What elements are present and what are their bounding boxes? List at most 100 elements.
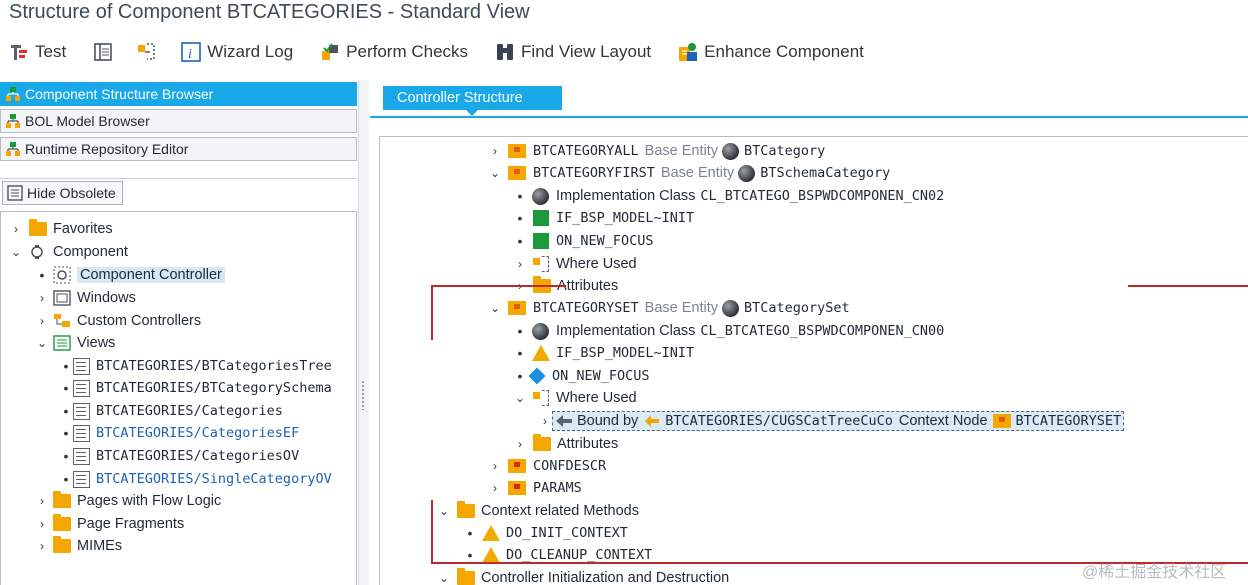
chevron-down-icon[interactable]: ⌄ [488,301,502,315]
impl-class-row[interactable]: • Implementation Class CL_BTCATEGO_BSPWD… [513,185,944,207]
context-node-confdescr[interactable]: › CONFDESCR [488,455,606,477]
binoculars-icon [495,42,515,62]
bol-model-browser-button[interactable]: BOL Model Browser [0,109,357,133]
where-used-icon [533,255,550,273]
chevron-right-icon[interactable]: › [9,222,23,236]
tree-node-component-controller[interactable]: • Component Controller [35,264,225,286]
chevron-right-icon[interactable]: › [35,539,49,553]
context-node-btcategoryfirst[interactable]: ⌄ BTCATEGORYFIRST Base Entity BTSchemaCa… [488,162,890,184]
chevron-right-icon[interactable]: › [35,314,49,328]
method-row[interactable]: • ON_NEW_FOCUS [513,230,654,252]
bound-by-selection[interactable]: Bound by BTCATEGORIES/CUGSCatTreeCuCo Co… [552,411,1125,431]
bound-by-row[interactable]: › Bound by BTCATEGORIES/CUGSCatTreeCuCo … [538,410,1125,432]
splitter-grip[interactable] [361,380,365,410]
chevron-right-icon[interactable]: › [513,437,527,451]
tree-node-custom-controllers[interactable]: › Custom Controllers [35,310,201,332]
tree-node-label: Views [77,335,116,351]
view-item[interactable]: • BTCATEGORIES/BTCategorySchema [59,377,332,399]
watermark: @稀土掘金技术社区 [1082,564,1227,581]
tree-node-pages-with-flow-logic[interactable]: › Pages with Flow Logic [35,490,221,512]
impl-class-row[interactable]: • Implementation Class CL_BTCATEGO_BSPWD… [513,320,944,342]
where-used-row[interactable]: ⌄ Where Used [513,387,637,409]
tree-node-favorites[interactable]: › Favorites [9,218,113,240]
svg-text:i: i [188,47,192,62]
controller-structure-tree: › BTCATEGORYALL Base Entity BTCategory ⌄… [379,136,1248,585]
impl-class-name: CL_BTCATEGO_BSPWDCOMPONEN_CN02 [700,188,945,204]
chevron-right-icon[interactable]: › [513,257,527,271]
diamond-icon [528,367,546,385]
view-item-label: BTCATEGORIES/CategoriesEF [96,425,300,441]
where-used-label: Where Used [556,256,637,272]
view-item-label: BTCATEGORIES/Categories [96,403,283,419]
context-node-params[interactable]: › PARAMS [488,477,582,499]
base-entity-label: Base Entity [644,300,719,316]
check-icon [320,42,340,62]
left-panel: Component Structure Browser BOL Model Br… [0,80,358,585]
hide-obsolete-button[interactable]: Hide Obsolete [2,181,123,205]
tree-node-label: Component [53,244,128,260]
tree-node-page-fragments[interactable]: › Page Fragments [35,513,184,535]
method-row[interactable]: • DO_INIT_CONTEXT [463,522,628,544]
where-used-button[interactable] [137,42,163,62]
wizard-log-button[interactable]: i Wizard Log [181,42,293,62]
view-item[interactable]: • BTCATEGORIES/BTCategoriesTree [59,355,332,377]
folder-label: Context related Methods [481,503,639,519]
folder-icon [53,536,71,553]
layout-toggle-button[interactable] [93,42,119,62]
tree-node-label: Component Controller [77,267,225,283]
window-title: Structure of Component BTCATEGORIES - St… [9,1,530,23]
chevron-right-icon[interactable]: › [488,481,502,495]
method-row[interactable]: • IF_BSP_MODEL~INIT [513,207,694,229]
chevron-right-icon[interactable]: › [538,414,552,428]
node-name: BTCATEGORYALL [533,143,639,159]
folder-icon [533,434,551,451]
chevron-right-icon[interactable]: › [488,459,502,473]
context-node-icon [508,301,526,315]
attributes-label: Attributes [557,436,619,452]
hierarchy-icon [5,113,21,129]
tree-node-mimes[interactable]: › MIMEs [35,535,122,557]
context-node-btcategoryset[interactable]: ⌄ BTCATEGORYSET Base Entity BTCategorySe… [488,297,850,319]
chevron-down-icon[interactable]: ⌄ [488,166,502,180]
chevron-right-icon[interactable]: › [35,517,49,531]
chevron-down-icon[interactable]: ⌄ [437,571,451,585]
where-used-row[interactable]: › Where Used [513,253,637,275]
base-entity-label: Base Entity [644,143,719,159]
view-item[interactable]: • BTCATEGORIES/CategoriesOV [59,445,299,467]
find-view-layout-button[interactable]: Find View Layout [495,42,651,62]
method-name: DO_CLEANUP_CONTEXT [506,547,653,563]
toolbar: Test i Wizard Log Perform Checks Find Vi… [0,34,1248,70]
tree-node-views[interactable]: ⌄ Views [35,332,115,354]
chevron-down-icon[interactable]: ⌄ [513,391,527,405]
chevron-down-icon[interactable]: ⌄ [9,245,23,259]
tab-controller-structure[interactable]: Controller Structure [383,86,562,110]
controller-icon [53,266,71,284]
test-button[interactable]: Test [9,42,66,62]
component-structure-browser-button[interactable]: Component Structure Browser [0,82,357,106]
context-related-methods-folder[interactable]: ⌄ Context related Methods [437,500,639,522]
attributes-row[interactable]: › Attributes [513,433,618,455]
context-node-btcategoryall[interactable]: › BTCATEGORYALL Base Entity BTCategory [488,140,825,162]
attributes-label: Attributes [557,278,619,294]
perform-checks-button[interactable]: Perform Checks [320,42,468,62]
tree-node-windows[interactable]: › Windows [35,287,136,309]
controller-init-destruction-folder[interactable]: ⌄ Controller Initialization and Destruct… [437,567,729,585]
enhance-component-button[interactable]: Enhance Component [678,42,864,62]
view-item[interactable]: • BTCATEGORIES/CategoriesEF [59,422,299,444]
chevron-down-icon[interactable]: ⌄ [437,504,451,518]
chevron-right-icon[interactable]: › [35,494,49,508]
method-row[interactable]: • IF_BSP_MODEL~INIT [513,342,694,364]
chevron-down-icon[interactable]: ⌄ [35,336,49,350]
bullet: • [39,267,45,283]
tree-node-component[interactable]: ⌄ Component [9,241,128,263]
view-item[interactable]: • BTCATEGORIES/Categories [59,400,283,422]
runtime-repository-editor-button[interactable]: Runtime Repository Editor [0,137,357,161]
entity-name: BTSchemaCategory [760,165,891,181]
chevron-right-icon[interactable]: › [35,291,49,305]
view-item[interactable]: • BTCATEGORIES/SingleCategoryOV [59,468,332,490]
chevron-right-icon[interactable]: › [488,144,502,158]
view-item-label: BTCATEGORIES/CategoriesOV [96,448,300,464]
splitter[interactable] [358,80,369,585]
method-row[interactable]: • ON_NEW_FOCUS [513,365,650,387]
bullet: • [63,380,69,396]
